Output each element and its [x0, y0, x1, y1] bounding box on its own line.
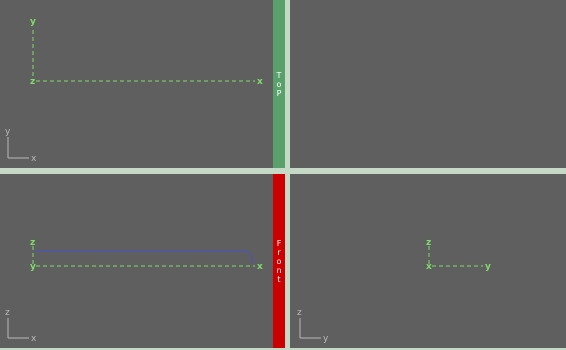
tab-front-letter: n [276, 265, 282, 275]
tab-top-view[interactable]: T o P [273, 0, 285, 168]
front-axis-origin-label: y [30, 262, 36, 272]
perspective-viewport[interactable] [290, 0, 566, 168]
front-axis-horizontal-label: x [257, 262, 263, 272]
front-gizmo-vertical-label: z [5, 308, 10, 318]
front-viewport[interactable]: z x y z x [0, 174, 273, 348]
tab-top-letter: T [276, 70, 282, 80]
top-gizmo-horizontal-label: x [31, 154, 37, 164]
top-axis-origin-label: z [30, 77, 35, 87]
tab-top-letter: P [276, 88, 282, 98]
side-axis-vertical-label: z [426, 238, 431, 248]
side-viewport-canvas: z y x z y [297, 238, 491, 344]
side-axis-origin-label: x [426, 262, 432, 272]
front-viewport-canvas: z x y z x [5, 238, 263, 344]
side-gizmo-horizontal-label: y [323, 334, 329, 344]
tab-front-letter: t [277, 274, 281, 284]
tab-front-letter: F [276, 238, 282, 248]
top-gizmo-vertical-label: y [5, 127, 11, 137]
top-viewport[interactable]: y x z y x [0, 0, 273, 168]
top-viewport-canvas: y x z y x [5, 17, 263, 164]
tab-front-letter: o [276, 256, 282, 266]
tab-top-letter: o [276, 79, 282, 89]
curve-object[interactable] [35, 250, 254, 265]
side-gizmo-vertical-label: z [297, 308, 302, 318]
top-axis-horizontal-label: x [257, 77, 263, 87]
front-axis-vertical-label: z [30, 238, 35, 248]
side-viewport[interactable]: z y x z y [290, 174, 566, 348]
tab-front-letter: r [277, 247, 281, 257]
top-axis-vertical-label: y [30, 17, 36, 27]
side-axis-horizontal-label: y [485, 262, 491, 272]
tab-front-view[interactable]: F r o n t [273, 174, 285, 348]
front-gizmo-horizontal-label: x [31, 334, 37, 344]
